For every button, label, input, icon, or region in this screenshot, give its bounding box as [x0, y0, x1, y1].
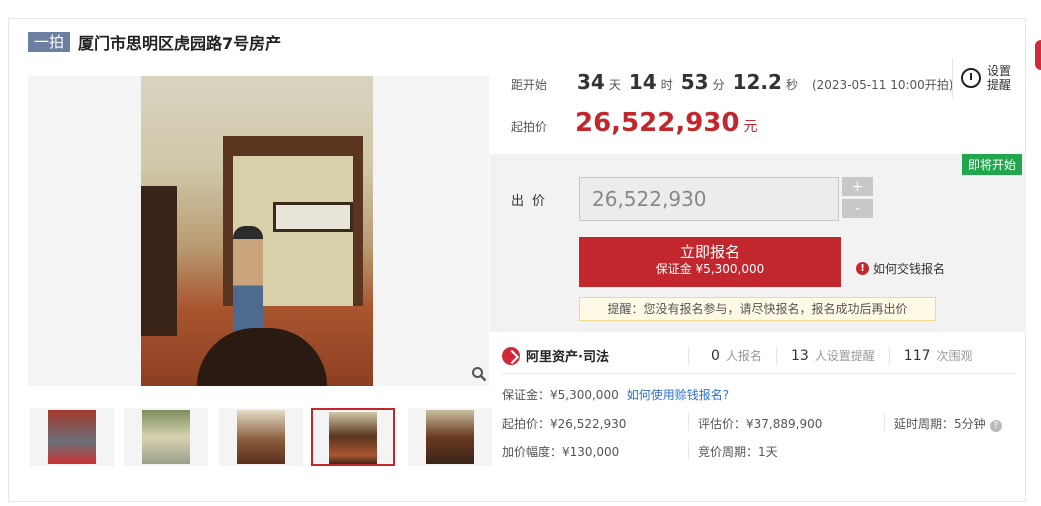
- countdown: 距开始 34 天 14 时 53 分 12.2 秒 (2023-05-11 10…: [511, 70, 953, 94]
- thumbnail-image: [48, 410, 96, 464]
- divider: [884, 413, 885, 431]
- bid-amount-input[interactable]: 26,522,930: [579, 177, 839, 221]
- photo-person: [233, 226, 263, 334]
- thumbnail-4-selected[interactable]: [311, 408, 395, 466]
- title-row: 一拍 厦门市思明区虎园路7号房产: [28, 31, 281, 53]
- brand-name: 阿里资产·司法: [526, 350, 609, 365]
- photo-table: [197, 328, 327, 386]
- reminder-count-label: 人设置提醒: [814, 348, 875, 363]
- property-photo: [141, 76, 373, 386]
- info-icon: !: [856, 262, 869, 275]
- deposit-amount: 保证金：¥5,300,000: [502, 388, 619, 402]
- start-price-value: 26,522,930: [575, 108, 740, 138]
- decrease-bid-button[interactable]: -: [842, 199, 873, 218]
- view-count-label: 次围观: [936, 348, 973, 363]
- bid-label: 出价: [511, 194, 554, 209]
- set-reminder-label: 设置提醒: [987, 64, 1012, 92]
- countdown-minutes: 53: [680, 70, 709, 94]
- signup-count-label: 人报名: [725, 348, 762, 363]
- divider: [688, 413, 689, 431]
- countdown-minutes-unit: 分: [712, 78, 725, 92]
- thumbnail-5[interactable]: [408, 408, 492, 466]
- thumbnail-3[interactable]: [219, 408, 303, 466]
- view-count: 117 次围观: [888, 346, 987, 365]
- detail-bid-cycle: 竞价周期：1天: [698, 445, 778, 459]
- zoom-icon[interactable]: [469, 363, 489, 385]
- side-panel-edge: [1035, 40, 1041, 70]
- main-photo-viewer[interactable]: [28, 76, 489, 386]
- photo-painting: [273, 202, 353, 232]
- alarm-clock-icon: [961, 68, 981, 88]
- thumbnail-image: [329, 412, 377, 464]
- register-button[interactable]: 立即报名 保证金 ¥5,300,000: [579, 237, 841, 287]
- detail-increment: 加价幅度：¥130,000: [502, 445, 620, 459]
- start-price: 起拍价 26,522,930 元: [511, 108, 757, 138]
- divider: [688, 441, 689, 459]
- thumbnail-1[interactable]: [30, 408, 114, 466]
- countdown-days-unit: 天: [608, 78, 621, 92]
- brand-logo: 阿里资产·司法: [502, 346, 688, 365]
- credit-registration-link[interactable]: 如何使用赊钱报名?: [627, 386, 729, 403]
- countdown-seconds: 12.2: [732, 70, 782, 94]
- signup-count: 0 人报名: [688, 346, 776, 365]
- countdown-seconds-unit: 秒: [785, 78, 798, 92]
- register-deposit-label: 保证金 ¥5,300,000: [655, 262, 765, 276]
- signup-count-value: 0: [711, 347, 720, 364]
- register-button-label: 立即报名: [679, 243, 740, 261]
- thumbnail-2[interactable]: [124, 408, 208, 466]
- detail-appraisal: 评估价：¥37,889,900: [698, 417, 823, 431]
- photo-cabinet: [141, 186, 177, 336]
- bid-panel: 即将开始 出价 26,522,930 + - 立即报名 保证金 ¥5,300,0…: [490, 154, 1026, 332]
- page-title: 厦门市思明区虎园路7号房产: [78, 34, 282, 53]
- help-icon[interactable]: ?: [989, 420, 1002, 432]
- status-badge: 即将开始: [961, 154, 1022, 175]
- countdown-hours: 14: [628, 70, 657, 94]
- start-price-label: 起拍价: [511, 120, 548, 134]
- countdown-label: 距开始: [511, 78, 548, 92]
- ali-logo-icon: [502, 346, 520, 365]
- start-price-currency: 元: [743, 119, 758, 135]
- detail-delay: 延时周期：5分钟?: [894, 415, 1002, 432]
- deposit-line: 保证金：¥5,300,000 如何使用赊钱报名?: [502, 386, 729, 403]
- thumbnail-image: [237, 410, 285, 464]
- auction-start-time: (2023-05-11 10:00开拍): [811, 78, 954, 92]
- reminder-count: 13 人设置提醒: [775, 346, 889, 365]
- view-count-value: 117: [903, 347, 931, 364]
- howto-pay-label: 如何交钱报名: [873, 262, 946, 276]
- countdown-hours-unit: 时: [660, 78, 673, 92]
- detail-delay-label: 延时周期：5分钟: [894, 417, 986, 431]
- set-reminder-button[interactable]: 设置提醒: [952, 58, 1022, 98]
- registration-notice: 提醒：您没有报名参与，请尽快报名，报名成功后再出价: [579, 297, 936, 321]
- auction-round-badge: 一拍: [28, 32, 71, 52]
- thumbnail-image: [426, 410, 474, 464]
- countdown-days: 34: [577, 70, 605, 94]
- stats-row: 阿里资产·司法 0 人报名 13 人设置提醒 117 次围观: [502, 338, 1016, 374]
- increase-bid-button[interactable]: +: [842, 177, 873, 196]
- detail-start-price: 起拍价：¥26,522,930: [502, 417, 627, 431]
- thumbnail-image: [142, 410, 190, 464]
- thumbnail-strip: [28, 408, 492, 468]
- howto-pay-link[interactable]: ! 如何交钱报名: [856, 260, 945, 277]
- reminder-count-value: 13: [790, 347, 809, 364]
